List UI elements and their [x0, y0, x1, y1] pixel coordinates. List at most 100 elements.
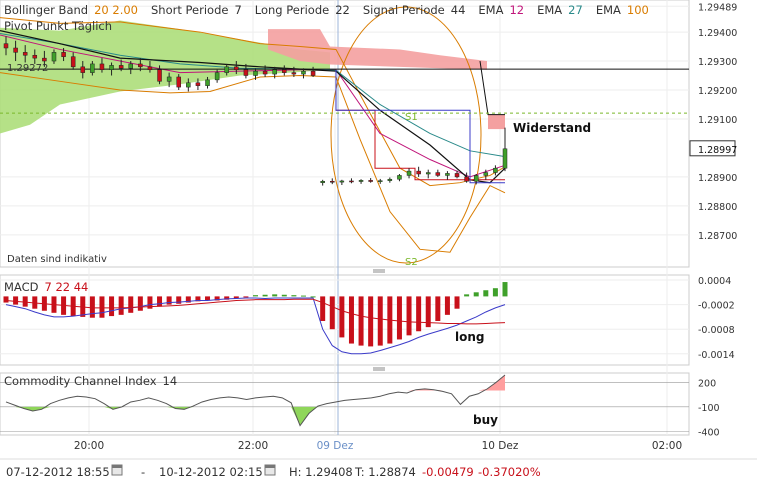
candle-body: [483, 172, 489, 176]
candle-body: [358, 180, 364, 182]
macd-hist-bar: [320, 296, 326, 321]
candle-body: [99, 63, 105, 70]
header-item-label: Signal Periode: [363, 3, 445, 17]
header-item-params: 12: [509, 3, 524, 17]
macd-hist-bar: [272, 294, 278, 297]
candle-body: [234, 66, 239, 70]
calendar-to-icon[interactable]: [264, 464, 276, 476]
footer-change: -0.00479: [422, 465, 474, 479]
candle-body: [166, 76, 172, 82]
candle-body: [454, 173, 460, 178]
cci-legend: Commodity Channel Index 14: [4, 374, 177, 388]
header-item-params: 22: [335, 3, 350, 17]
macd-hist-bar: [300, 295, 306, 297]
header-item-params: 27: [568, 3, 583, 17]
buy-annotation: buy: [473, 413, 498, 427]
macd-hist-bar: [253, 295, 258, 297]
candle-body: [282, 69, 287, 73]
header-legend: Bollinger Band 20 2.00 Short Periode 7 Long …: [4, 3, 649, 17]
macd-hist-bar: [348, 296, 354, 344]
calendar-from-icon[interactable]: [111, 464, 123, 476]
candle-body: [493, 167, 498, 173]
candle-body: [118, 65, 124, 69]
price-tick-label: 1.28900: [698, 173, 737, 184]
macd-hist-bar: [329, 296, 335, 330]
macd-hist-bar: [291, 295, 297, 297]
macd-hist-bar: [3, 296, 9, 303]
candle-body: [13, 47, 18, 53]
macd-tick-label: 0.0004: [698, 276, 731, 287]
macd-panel-frame: [0, 274, 690, 366]
price-tick-label: 1.28800: [698, 202, 737, 213]
macd-hist-bar: [157, 296, 163, 307]
candle-body: [272, 69, 277, 75]
candle-body: [349, 180, 354, 183]
cci-tick-label: -100: [698, 403, 720, 414]
macd-hist-bar: [89, 296, 95, 318]
candle-body: [502, 148, 508, 169]
candle-body: [435, 172, 441, 176]
candle-body: [3, 43, 9, 49]
candle-body: [109, 65, 114, 70]
chart-window: 1.29489 1.29400 1.29300 1.29200 1.29100 1.289…: [0, 0, 757, 484]
footer-dash: -: [141, 465, 145, 479]
macd-hist-bar: [137, 296, 143, 311]
candle-body: [70, 56, 76, 68]
macd-hist-bar: [464, 294, 470, 297]
macd-hist-bar: [454, 296, 460, 309]
indicative-note: Daten sind indikativ: [7, 254, 107, 265]
candle-body: [195, 82, 201, 86]
candle-body: [387, 178, 393, 181]
macd-hist-bar: [166, 296, 172, 305]
candle-body: [128, 63, 133, 69]
macd-hist-bar: [99, 296, 105, 318]
macd-hist-bar: [377, 296, 383, 346]
macd-hist-bar: [473, 292, 479, 297]
candle-body: [368, 180, 373, 182]
footer-to-date[interactable]: 10-12-2012 02:15: [159, 465, 263, 479]
price-tick-label: 1.29489: [698, 2, 737, 13]
cci-tick-label: 200: [698, 378, 716, 389]
header-item-params: 100: [627, 3, 649, 17]
candle-body: [22, 52, 28, 56]
candle-body: [61, 52, 66, 57]
header-item-label: Long Periode: [255, 3, 329, 17]
candle-body: [310, 70, 316, 76]
candle-body: [90, 63, 95, 73]
candle-body: [157, 69, 162, 82]
footer-low: T: 1.28874: [354, 465, 416, 479]
candle-body: [80, 66, 86, 73]
price-tick-label: 1.29200: [698, 86, 737, 97]
time-tick-label: 09 Dez: [317, 440, 354, 452]
candle-body: [147, 66, 153, 70]
candle-body: [406, 170, 412, 176]
time-tick-label: 02:00: [652, 440, 682, 452]
candle-body: [397, 175, 402, 180]
macd-hist-bar: [109, 296, 115, 317]
panel-splitter-cci[interactable]: [373, 367, 385, 371]
macd-tick-label: -0.0014: [698, 350, 735, 361]
last-price-label: 1.28997: [698, 145, 737, 156]
panel-splitter-macd[interactable]: [373, 269, 385, 273]
header-item-params: 20 2.00: [94, 3, 138, 17]
macd-hist-bar: [396, 296, 402, 340]
header-item-label: Bollinger Band: [4, 3, 88, 17]
s1-label: S1: [405, 112, 418, 123]
footer-change-pct: -0.37020%: [478, 465, 541, 479]
long-annotation: long: [455, 330, 485, 344]
price-tick-label: 1.29100: [698, 115, 737, 126]
macd-hist-bar: [483, 290, 489, 297]
candle-body: [253, 70, 258, 76]
candle-body: [51, 52, 57, 62]
footer-from-date[interactable]: 07-12-2012 18:55: [6, 465, 110, 479]
candle-body: [301, 70, 306, 75]
pivot-legend-label: Pivot Punkt Täglich: [4, 19, 112, 33]
candle-body: [138, 63, 143, 68]
macd-hist-bar: [444, 296, 450, 315]
price-tick-label: 1.29300: [698, 57, 737, 68]
footer-high: H: 1.29408: [289, 465, 353, 479]
candle-body: [416, 170, 421, 175]
candle-body: [243, 69, 249, 76]
macd-hist-bar: [406, 296, 412, 336]
candle-body: [464, 176, 469, 182]
